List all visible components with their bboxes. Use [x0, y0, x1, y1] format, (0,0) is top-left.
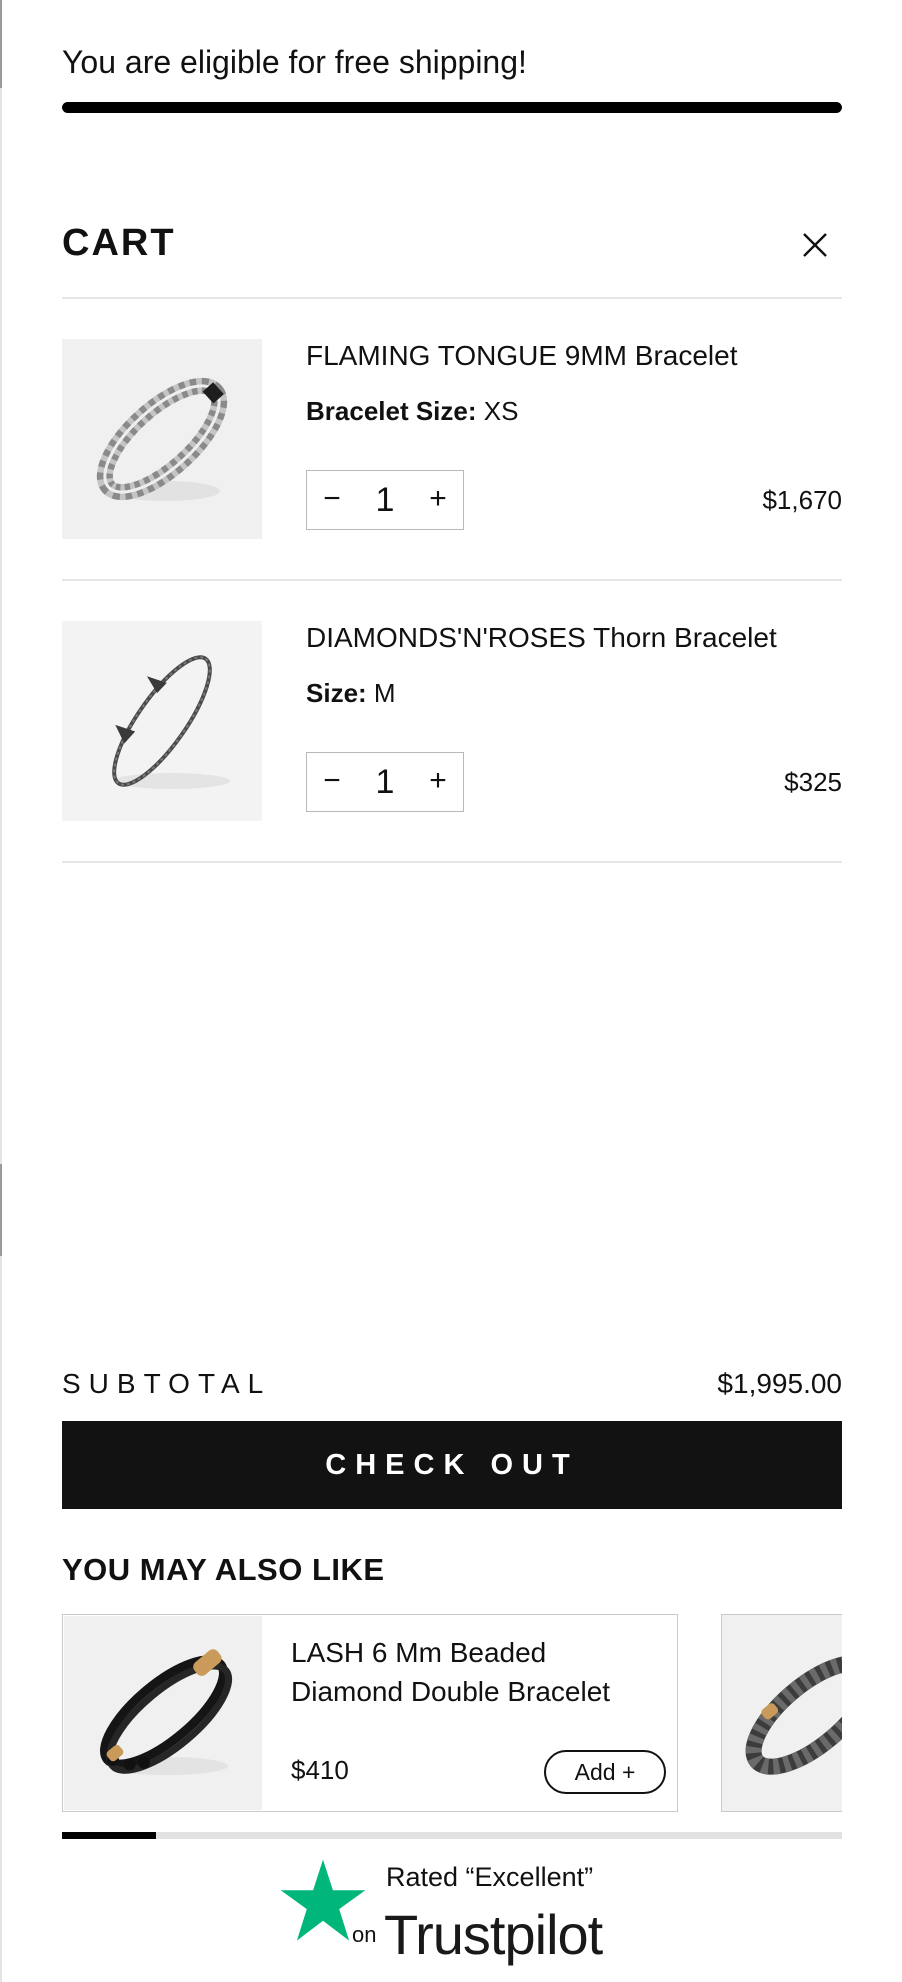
- cart-item-price: $325: [784, 767, 842, 797]
- cart-item-price: $1,670: [762, 485, 842, 515]
- page-edge-mark: [0, 1164, 2, 1256]
- cart-item-name[interactable]: FLAMING TONGUE 9MM Bracelet: [306, 340, 738, 372]
- shipping-progress-bar: [62, 102, 842, 113]
- quantity-stepper: − 1 +: [306, 752, 464, 812]
- free-shipping-message: You are eligible for free shipping!: [62, 44, 527, 80]
- variant-value: M: [373, 678, 396, 708]
- decrease-quantity-button[interactable]: −: [307, 753, 357, 811]
- subtotal-value: $1,995.00: [717, 1368, 842, 1399]
- chain-bracelet-image: [745, 1655, 842, 1775]
- variant-value: XS: [483, 396, 519, 426]
- add-to-cart-button[interactable]: Add +: [544, 1750, 666, 1794]
- shipping-progress-fill: [62, 102, 842, 113]
- checkout-button[interactable]: CHECK OUT: [62, 1421, 842, 1509]
- cart-item-divider: [62, 579, 842, 581]
- cart-item-image[interactable]: [62, 621, 262, 821]
- cart-item-image[interactable]: [62, 339, 262, 539]
- recommendation-name[interactable]: LASH 6 Mm Beaded Diamond Double Bracelet: [291, 1633, 621, 1711]
- thorn-bracelet-image: [112, 655, 230, 789]
- recommendation-image[interactable]: [64, 1616, 262, 1810]
- cart-item-divider: [62, 861, 842, 863]
- cart-title: CART: [62, 222, 176, 264]
- subtotal-label: SUBTOTAL: [62, 1368, 272, 1399]
- recommendation-price: $410: [291, 1755, 349, 1785]
- trustpilot-logo-text: Trustpilot: [384, 1903, 603, 1966]
- quantity-stepper: − 1 +: [306, 470, 464, 530]
- increase-quantity-button[interactable]: +: [413, 471, 463, 529]
- cart-item-name[interactable]: DIAMONDS'N'ROSES Thorn Bracelet: [306, 622, 777, 654]
- trustpilot-badge[interactable]: Rated “Excellent” on Trustpilot: [278, 1852, 638, 1966]
- recommendations-title: YOU MAY ALSO LIKE: [62, 1552, 385, 1587]
- recommendation-card[interactable]: [721, 1614, 842, 1812]
- increase-quantity-button[interactable]: +: [413, 753, 463, 811]
- page-edge-line: [0, 0, 2, 1982]
- decrease-quantity-button[interactable]: −: [307, 471, 357, 529]
- chain-bracelet-image: [96, 377, 228, 501]
- cart-header-divider: [62, 297, 842, 299]
- cart-item-variant: Bracelet Size: XS: [306, 396, 518, 427]
- trustpilot-rating-text: Rated “Excellent”: [386, 1862, 594, 1892]
- variant-label: Bracelet Size:: [306, 396, 477, 426]
- beaded-bracelet-image: [100, 1649, 233, 1775]
- recommendation-card[interactable]: LASH 6 Mm Beaded Diamond Double Bracelet…: [62, 1614, 678, 1812]
- quantity-value[interactable]: 1: [357, 753, 413, 811]
- carousel-scroll-thumb[interactable]: [62, 1832, 156, 1839]
- quantity-value[interactable]: 1: [357, 471, 413, 529]
- close-icon: [803, 233, 827, 257]
- trustpilot-on-text: on: [352, 1922, 377, 1947]
- close-cart-button[interactable]: [796, 226, 834, 264]
- page-edge-mark: [0, 0, 2, 88]
- cart-item-variant: Size: M: [306, 678, 396, 709]
- variant-label: Size:: [306, 678, 367, 708]
- carousel-scrollbar[interactable]: [62, 1832, 842, 1839]
